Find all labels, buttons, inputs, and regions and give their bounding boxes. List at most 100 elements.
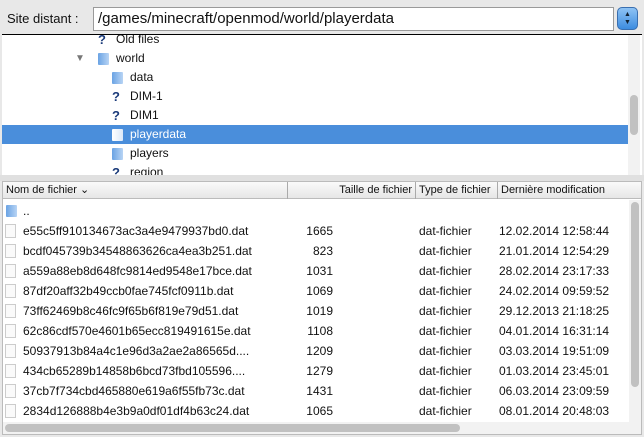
- tree-item[interactable]: ? DIM-1: [2, 87, 628, 106]
- file-modified: 03.03.2014 19:51:09: [499, 344, 610, 358]
- tree-item[interactable]: ? DIM1: [2, 106, 628, 125]
- file-name: a559a88eb8d648fc9814ed9548e17bce.dat: [23, 264, 252, 278]
- file-list-vertical-scrollbar[interactable]: [629, 200, 641, 422]
- column-header-modified[interactable]: Dernière modification: [498, 182, 628, 199]
- file-row[interactable]: 87df20aff32b49ccb0fae745fcf0911b.dat 1069…: [3, 281, 629, 301]
- file-row[interactable]: e55c5ff910134673ac3a4e9479937bd0.dat 1665…: [3, 221, 629, 241]
- file-icon: [5, 384, 16, 398]
- tree-item[interactable]: data: [2, 68, 628, 87]
- file-icon: [5, 404, 16, 418]
- path-history-dropdown[interactable]: ▲ ▼: [617, 7, 638, 30]
- file-size: 1279: [306, 364, 333, 378]
- file-row[interactable]: a559a88eb8d648fc9814ed9548e17bce.dat 1031…: [3, 261, 629, 281]
- file-modified: 28.02.2014 23:17:33: [499, 264, 610, 278]
- file-type: dat-fichier: [419, 384, 472, 398]
- file-name: 50937913b84a4c1e96d3a2ae2a86565d....: [23, 344, 250, 358]
- file-size: 823: [312, 244, 333, 258]
- file-type: dat-fichier: [419, 344, 472, 358]
- unknown-item-icon: ?: [98, 34, 106, 47]
- file-type: dat-fichier: [419, 244, 472, 258]
- file-size: 1665: [306, 224, 333, 238]
- file-modified: 06.03.2014 23:09:59: [499, 384, 610, 398]
- file-name: 37cb7f734cbd465880e619a6f55fb73c.dat: [23, 384, 245, 398]
- file-modified: 01.03.2014 23:45:01: [499, 364, 610, 378]
- tree-item[interactable]: players: [2, 144, 628, 163]
- file-name: 73ff62469b8c46fc9f65b6f819e79d51.dat: [23, 304, 239, 318]
- tree-item[interactable]: ▼ world: [2, 49, 628, 68]
- file-size: 1108: [307, 324, 333, 338]
- file-icon: [5, 304, 16, 318]
- tree-item[interactable]: ? region: [2, 163, 628, 175]
- file-name: 87df20aff32b49ccb0fae745fcf0911b.dat: [23, 284, 234, 298]
- tree-item-label: Old files: [116, 34, 160, 46]
- column-header-type[interactable]: Type de fichier: [416, 182, 498, 199]
- tree-item-label: DIM1: [130, 108, 159, 122]
- column-header-name[interactable]: Nom de fichier ⌄: [3, 182, 288, 199]
- disclosure-triangle-icon[interactable]: ▼: [75, 49, 85, 68]
- file-name: 434cb65289b14858b6bcd73fbd105596....: [23, 364, 246, 378]
- file-size: 1209: [306, 344, 333, 358]
- unknown-item-icon: ?: [112, 89, 120, 104]
- file-modified: 08.01.2014 20:48:03: [499, 404, 610, 418]
- file-modified: 04.01.2014 16:31:14: [499, 324, 610, 338]
- open-folder-icon: [112, 129, 123, 141]
- file-icon: [5, 364, 16, 378]
- file-name: 2834d126888b4e3b9a0df01df4b63c24.dat: [23, 404, 250, 418]
- file-row[interactable]: bcdf045739b34548863626ca4ea3b251.dat 823 d…: [3, 241, 629, 261]
- file-size: 1019: [306, 304, 333, 318]
- file-modified: 21.01.2014 12:54:29: [499, 244, 610, 258]
- file-row[interactable]: 62c86cdf570e4601b65ecc819491615e.dat 1108…: [3, 321, 629, 341]
- file-size: 1069: [306, 284, 333, 298]
- file-modified: 12.02.2014 12:58:44: [499, 224, 610, 238]
- scroll-thumb[interactable]: [630, 95, 638, 135]
- file-icon: [5, 244, 16, 258]
- tree-item-label: data: [130, 70, 154, 84]
- remote-directory-tree[interactable]: ? Old files ▼ world data? DIM-1? DIM1 playerdat…: [2, 34, 642, 175]
- scroll-thumb[interactable]: [5, 424, 460, 432]
- file-type: dat-fichier: [419, 404, 472, 418]
- remote-file-list[interactable]: Nom de fichier ⌄ Taille de fichier Type …: [2, 181, 642, 435]
- tree-vertical-scrollbar[interactable]: [628, 35, 640, 175]
- file-type: dat-fichier: [419, 304, 472, 318]
- sort-chevron-icon: ⌄: [79, 184, 90, 196]
- remote-site-label: Site distant :: [7, 11, 79, 26]
- chevron-up-icon: ▲: [624, 11, 631, 18]
- file-row[interactable]: 434cb65289b14858b6bcd73fbd105596.... 1279…: [3, 361, 629, 381]
- file-modified: 24.02.2014 09:59:52: [499, 284, 610, 298]
- file-name: bcdf045739b34548863626ca4ea3b251.dat: [23, 244, 252, 258]
- file-modified: 29.12.2013 21:18:25: [499, 304, 610, 318]
- file-list-horizontal-scrollbar[interactable]: [3, 422, 641, 434]
- folder-icon: [6, 205, 17, 217]
- folder-icon: [98, 53, 109, 65]
- file-type: dat-fichier: [419, 364, 472, 378]
- tree-item-label: region: [130, 165, 164, 175]
- tree-item-label: players: [130, 146, 169, 160]
- chevron-down-icon: ▼: [624, 19, 631, 26]
- folder-icon: [112, 72, 123, 84]
- file-size: 1031: [306, 264, 333, 278]
- file-icon: [5, 324, 16, 338]
- column-header-size[interactable]: Taille de fichier: [288, 182, 416, 199]
- tree-item-label: playerdata: [130, 127, 187, 141]
- file-row[interactable]: 73ff62469b8c46fc9f65b6f819e79d51.dat 1019…: [3, 301, 629, 321]
- file-type: dat-fichier: [419, 324, 472, 338]
- scroll-thumb[interactable]: [631, 202, 639, 387]
- file-type: dat-fichier: [419, 264, 472, 278]
- file-icon: [5, 344, 16, 358]
- tree-item[interactable]: ? Old files: [2, 34, 628, 49]
- file-size: 1065: [306, 404, 333, 418]
- file-icon: [5, 264, 16, 278]
- folder-icon: [112, 148, 123, 160]
- file-row[interactable]: 50937913b84a4c1e96d3a2ae2a86565d.... 1209…: [3, 341, 629, 361]
- file-row[interactable]: 2834d126888b4e3b9a0df01df4b63c24.dat 1065…: [3, 401, 629, 421]
- file-name: e55c5ff910134673ac3a4e9479937bd0.dat: [23, 224, 249, 238]
- file-type: dat-fichier: [419, 224, 472, 238]
- file-size: 1431: [306, 384, 333, 398]
- tree-item[interactable]: playerdata: [2, 125, 628, 144]
- tree-item-label: world: [116, 51, 145, 65]
- file-name: 62c86cdf570e4601b65ecc819491615e.dat: [23, 324, 251, 338]
- file-type: dat-fichier: [419, 284, 472, 298]
- parent-directory-row[interactable]: ..: [3, 201, 629, 221]
- file-row[interactable]: 37cb7f734cbd465880e619a6f55fb73c.dat 1431…: [3, 381, 629, 401]
- remote-path-input[interactable]: /games/minecraft/openmod/world/playerdat…: [93, 7, 614, 31]
